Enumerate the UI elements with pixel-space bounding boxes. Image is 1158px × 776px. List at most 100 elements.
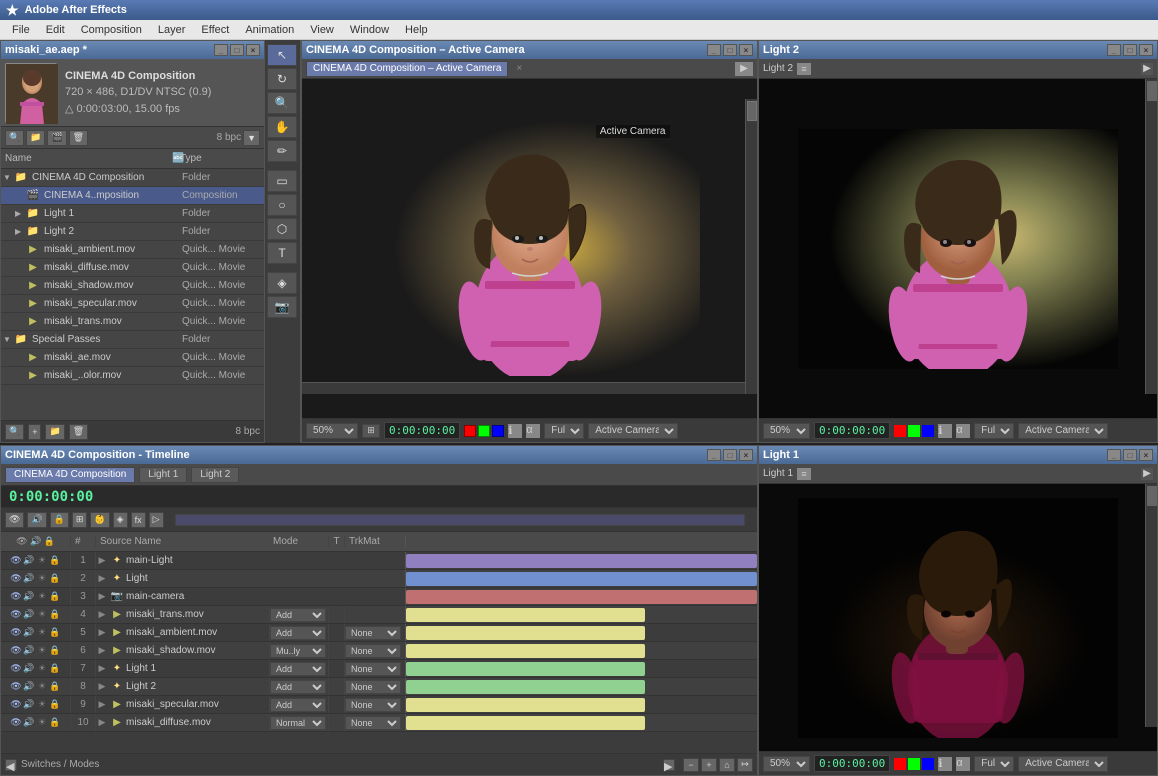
comp-maximize[interactable]: □ [723,44,737,56]
tool-rect[interactable]: ▭ [267,170,297,192]
track-expand-5[interactable]: ▶ [96,627,108,639]
comp-info-btn[interactable]: ℹ [508,424,522,438]
l1-blue[interactable] [922,758,934,770]
vis-solo-5[interactable]: ☀ [36,627,48,639]
trkmat-sel-6[interactable]: None [345,644,401,658]
tl-zoom-in[interactable]: + [701,758,717,772]
track-expand-4[interactable]: ▶ [96,609,108,621]
green-channel[interactable] [478,425,490,437]
l1-red[interactable] [894,758,906,770]
vis-audio-4[interactable]: 🔊 [23,609,35,621]
tl-maximize[interactable]: □ [723,449,737,461]
vis-solo-3[interactable]: ☀ [36,591,48,603]
vis-lock-8[interactable]: 🔒 [49,681,61,693]
tl-work-area[interactable] [175,514,746,526]
comp-tab-close[interactable]: × [516,63,522,74]
vis-eye-9[interactable]: 👁 [10,699,22,711]
track-expand-3[interactable]: ▶ [96,591,108,603]
maximize-button[interactable]: □ [230,44,244,56]
vis-audio-10[interactable]: 🔊 [23,717,35,729]
l1-alpha[interactable]: α [956,757,970,771]
tl-audio-btn[interactable]: 🔊 [27,512,46,528]
comp-alpha-btn[interactable]: α [526,424,540,438]
l1-quality[interactable]: Full [974,756,1014,772]
tool-text[interactable]: T [267,242,297,264]
trkmat-sel-5[interactable]: None [345,626,401,640]
fit-btn[interactable]: ⊞ [362,424,380,438]
vis-audio-3[interactable]: 🔊 [23,591,35,603]
tl-tab-light2[interactable]: Light 2 [191,467,239,483]
bpc-btn[interactable]: ▼ [243,130,260,146]
tree-item-color[interactable]: ▶ misaki_..olor.mov Quick... Movie [1,367,264,385]
new-folder-btn[interactable]: 📁 [26,130,45,146]
vis-lock-2[interactable]: 🔒 [49,573,61,585]
vis-solo-8[interactable]: ☀ [36,681,48,693]
tree-item-comp[interactable]: 🎬 CINEMA 4..mposition Composition [1,187,264,205]
light2-scroll-right[interactable]: ▶ [1141,63,1153,75]
search-btn[interactable]: 🔍 [5,130,24,146]
quality-select[interactable]: FullHalf [544,423,584,439]
tree-item-ambient[interactable]: ▶ misaki_ambient.mov Quick... Movie [1,241,264,259]
vis-eye-5[interactable]: 👁 [10,627,22,639]
trkmat-sel-10[interactable]: None [345,716,401,730]
l2-alpha[interactable]: α [956,424,970,438]
tree-item-light1[interactable]: ▶ 📁 Light 1 Folder [1,205,264,223]
tree-item-cinema4d[interactable]: ▼ 📁 CINEMA 4D Composition Folder [1,169,264,187]
vis-audio-7[interactable]: 🔊 [23,663,35,675]
light1-menu-btn[interactable]: ≡ [797,468,811,480]
vis-eye-8[interactable]: 👁 [10,681,22,693]
mode-sel-10[interactable]: Normal [270,716,326,730]
comp-close[interactable]: × [739,44,753,56]
mode-sel-6[interactable]: Mu..ly [270,644,326,658]
comp-scrollbar-v[interactable] [745,99,757,394]
vis-solo-6[interactable]: ☀ [36,645,48,657]
vis-solo-1[interactable]: ☀ [36,555,48,567]
tree-item-ae[interactable]: ▶ misaki_ae.mov Quick... Movie [1,349,264,367]
l2-red[interactable] [894,425,906,437]
l2-green[interactable] [908,425,920,437]
vis-lock-5[interactable]: 🔒 [49,627,61,639]
vis-audio-6[interactable]: 🔊 [23,645,35,657]
track-expand-10[interactable]: ▶ [96,717,108,729]
tl-tab-comp[interactable]: CINEMA 4D Composition [5,467,135,483]
blue-channel[interactable] [492,425,504,437]
tl-lock-btn[interactable]: 🔒 [50,512,69,528]
vis-eye-7[interactable]: 👁 [10,663,22,675]
vis-eye-4[interactable]: 👁 [10,609,22,621]
delete-btn[interactable]: 🗑 [69,130,88,146]
tool-rotate[interactable]: ↻ [267,68,297,90]
l2-blue[interactable] [922,425,934,437]
tree-item-trans[interactable]: ▶ misaki_trans.mov Quick... Movie [1,313,264,331]
menu-edit[interactable]: Edit [38,22,73,38]
vis-eye-1[interactable]: 👁 [10,555,22,567]
vis-lock-1[interactable]: 🔒 [49,555,61,567]
vis-solo-10[interactable]: ☀ [36,717,48,729]
vis-eye-3[interactable]: 👁 [10,591,22,603]
tl-quality-btn[interactable]: ◈ [113,512,128,528]
tree-item-diffuse[interactable]: ▶ misaki_diffuse.mov Quick... Movie [1,259,264,277]
l2-zoom[interactable]: 50% [763,423,810,439]
red-channel[interactable] [464,425,476,437]
comp-scroll-right[interactable]: ▶ [735,62,753,76]
l2-minimize[interactable]: _ [1107,44,1121,56]
vis-audio-8[interactable]: 🔊 [23,681,35,693]
menu-animation[interactable]: Animation [237,22,302,38]
mode-sel-9[interactable]: Add [270,698,326,712]
l1-minimize[interactable]: _ [1107,449,1121,461]
trkmat-sel-9[interactable]: None [345,698,401,712]
l1-camera[interactable]: Active Camera [1018,756,1108,772]
vis-lock-3[interactable]: 🔒 [49,591,61,603]
zoom-select[interactable]: 50%100%200% [306,423,358,439]
track-expand-2[interactable]: ▶ [96,573,108,585]
vis-lock-7[interactable]: 🔒 [49,663,61,675]
mode-sel-4[interactable]: Add [270,608,326,622]
comp-tab-active[interactable]: CINEMA 4D Composition – Active Camera [306,61,508,77]
tl-solo-btn[interactable]: 👁 [5,512,24,528]
track-expand-7[interactable]: ▶ [96,663,108,675]
camera-select[interactable]: Active Camera [588,423,678,439]
menu-window[interactable]: Window [342,22,397,38]
vis-eye-10[interactable]: 👁 [10,717,22,729]
tl-shy-btn[interactable]: 👶 [90,512,109,528]
menu-layer[interactable]: Layer [150,22,194,38]
close-button[interactable]: × [246,44,260,56]
